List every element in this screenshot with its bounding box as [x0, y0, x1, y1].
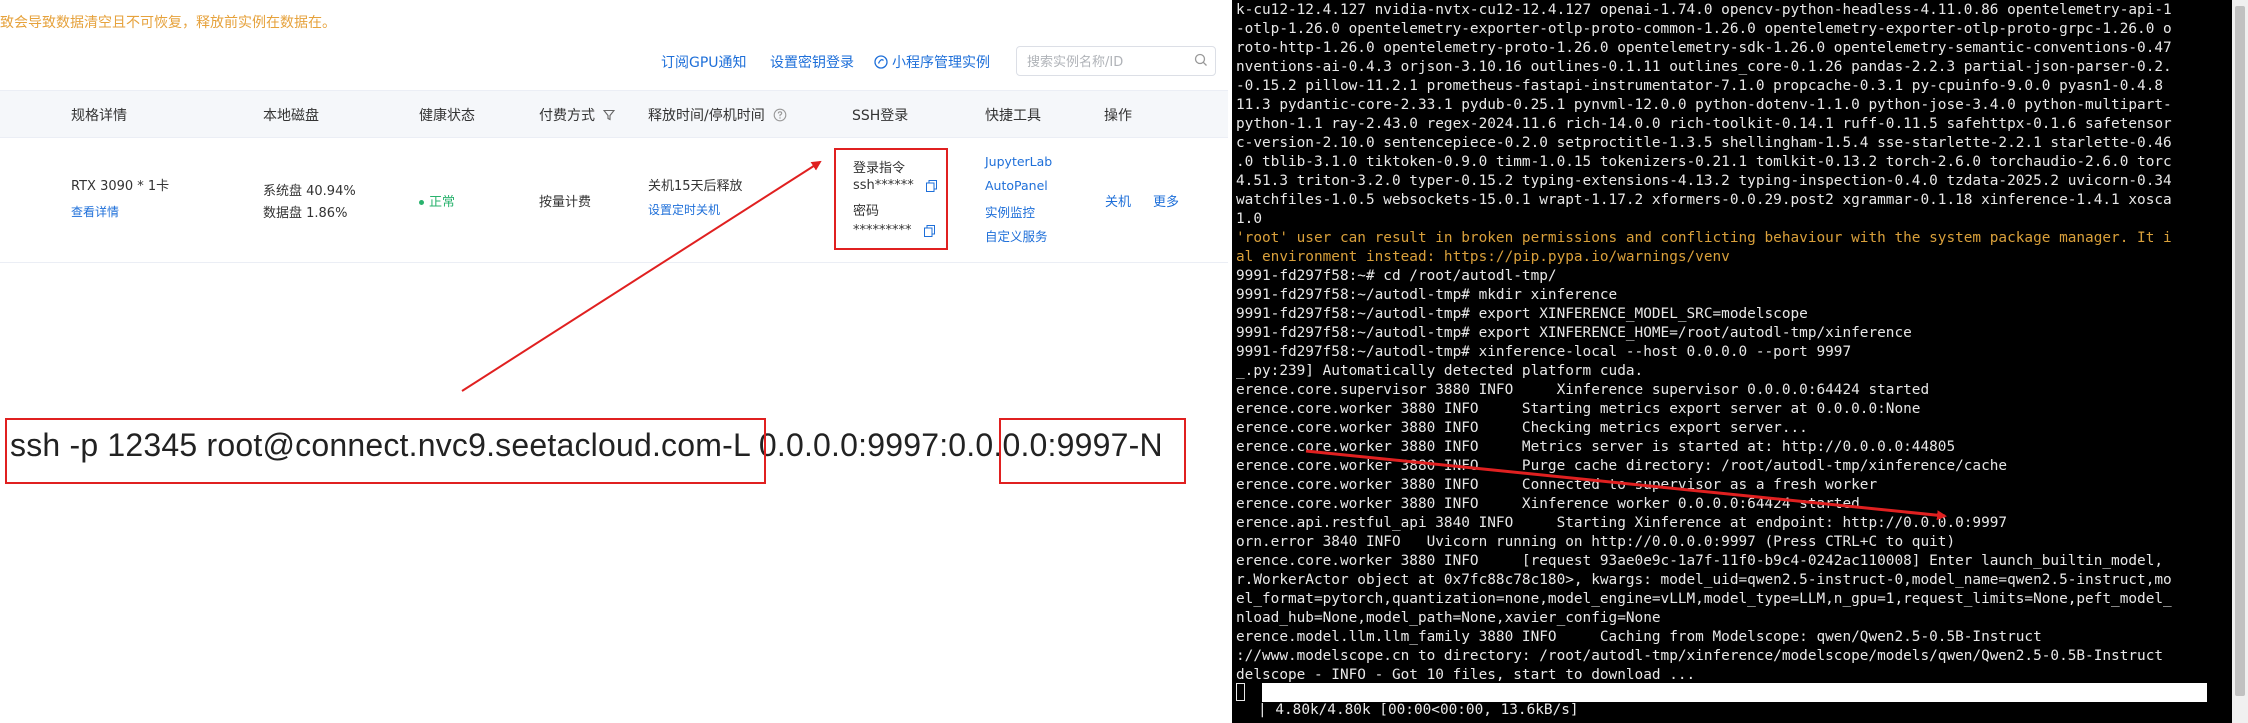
terminal-cursor [1236, 683, 1245, 701]
more-button[interactable]: 更多 [1153, 191, 1179, 210]
scrollbar-thumb[interactable] [2235, 6, 2245, 696]
terminal-line: -0.15.2 pillow-11.2.1 prometheus-fastapi… [1236, 78, 2164, 94]
terminal-line: 11.3 pydantic-core-2.33.1 pydub-0.25.1 p… [1236, 97, 2172, 113]
gpu-spec: RTX 3090 * 1卡 [71, 179, 170, 194]
status-dot [419, 200, 424, 205]
terminal-line: 9991-fd297f58:~/autodl-tmp# xinference-l… [1236, 344, 1852, 360]
header-spec: 规格详情 [71, 108, 127, 124]
header-release: 释放时间/停机时间 [648, 105, 787, 125]
terminal-line: erence.core.worker 3880 INFO Xinference … [1236, 496, 1860, 512]
terminal-line: al environment instead: https://pip.pypa… [1236, 249, 1730, 265]
port-highlight-box [999, 418, 1186, 484]
cmd-highlight-box [5, 418, 766, 484]
help-icon[interactable] [773, 108, 787, 122]
tool-autopanel[interactable]: AutoPanel [985, 178, 1048, 193]
terminal-line: 9991-fd297f58:~# cd /root/autodl-tmp/ [1236, 268, 1557, 284]
subscribe-gpu-link[interactable]: 订阅GPU通知 [661, 52, 747, 72]
ssh-highlight-box [834, 148, 948, 250]
terminal-scrollbar[interactable] [2232, 0, 2248, 723]
terminal-line: erence.model.llm.llm_family 3880 INFO Ca… [1236, 629, 2042, 645]
header-release-label: 释放时间/停机时间 [648, 108, 765, 124]
download-progress-text: | 4.80k/4.80k [00:00<00:00, 13.6kB/s] [1258, 702, 1579, 718]
terminal-line: orn.error 3840 INFO Uvicorn running on h… [1236, 534, 1956, 550]
header-health: 健康状态 [419, 108, 475, 124]
terminal-line: roto-http-1.26.0 opentelemetry-proto-1.2… [1236, 40, 2172, 56]
terminal-line: 9991-fd297f58:~/autodl-tmp# export XINFE… [1236, 306, 1808, 322]
data-disk-usage: 数据盘 1.86% [263, 206, 348, 221]
search-input[interactable] [1025, 51, 1189, 73]
terminal-line: 1.0 [1236, 211, 1262, 227]
terminal-line: erence.core.worker 3880 INFO Checking me… [1236, 420, 1808, 436]
instance-search[interactable] [1016, 46, 1216, 76]
terminal-line: el_format=pytorch,quantization=none,mode… [1236, 591, 2172, 607]
download-progress-bar [1262, 683, 2207, 702]
terminal-line: nventions-ai-0.4.3 orjson-3.10.16 outlin… [1236, 59, 2172, 75]
header-billing[interactable]: 付费方式 [539, 105, 616, 125]
terminal-line: erence.api.restful_api 3840 INFO Startin… [1236, 515, 2008, 531]
instance-console: 致会导致数据清空且不可恢复，释放前实例在数据在。 订阅GPU通知 设置密钥登录 … [0, 0, 1228, 723]
release-note: 关机15天后释放 [648, 179, 743, 194]
key-login-link[interactable]: 设置密钥登录 [770, 52, 854, 72]
terminal-line: 4.51.3 triton-3.2.0 typer-0.15.2 typing-… [1236, 173, 2172, 189]
header-billing-label: 付费方式 [539, 108, 595, 124]
filter-icon[interactable] [603, 109, 616, 121]
terminal-output: k-cu12-12.4.127 nvidia-nvtx-cu12-12.4.12… [1236, 1, 2172, 685]
terminal-line: erence.core.worker 3880 INFO Starting me… [1236, 401, 1921, 417]
release-warning: 致会导致数据清空且不可恢复，释放前实例在数据在。 [0, 15, 336, 31]
terminal-line: ://www.modelscope.cn to directory: /root… [1236, 648, 2164, 664]
terminal-line: watchfiles-1.0.5 websockets-15.0.1 wrapt… [1236, 192, 2172, 208]
header-ssh: SSH登录 [852, 108, 909, 124]
terminal-line: k-cu12-12.4.127 nvidia-nvtx-cu12-12.4.12… [1236, 2, 2172, 18]
terminal-line: _.py:239] Automatically detected platfor… [1236, 363, 1644, 379]
system-disk-usage: 系统盘 40.94% [263, 184, 356, 199]
terminal-line: c-version-2.10.0 sentencepiece-0.2.0 set… [1236, 135, 2172, 151]
terminal-line: erence.core.supervisor 3880 INFO Xinfere… [1236, 382, 1930, 398]
health-status-label: 正常 [429, 195, 456, 210]
terminal-line: erence.core.worker 3880 INFO Purge cache… [1236, 458, 2008, 474]
terminal-line: r.WorkerActor object at 0x7fc88c78c180>,… [1236, 572, 2172, 588]
terminal-line: .0 tblib-3.1.0 tiktoken-0.9.0 timm-1.0.1… [1236, 154, 2172, 170]
miniprogram-icon [874, 55, 888, 69]
search-icon[interactable] [1193, 52, 1209, 68]
terminal-line: 9991-fd297f58:~/autodl-tmp# mkdir xinfer… [1236, 287, 1618, 303]
health-status: 正常 [419, 191, 455, 210]
terminal-line: nload_hub=None,model_path=None,xavier_co… [1236, 610, 1661, 626]
instance-row: RTX 3090 * 1卡 查看详情 系统盘 40.94% 数据盘 1.86% … [0, 137, 1228, 263]
terminal-line: erence.core.worker 3880 INFO Connected t… [1236, 477, 1878, 493]
billing-type: 按量计费 [539, 195, 592, 210]
set-shutdown-link[interactable]: 设置定时关机 [648, 201, 720, 218]
tool-monitor[interactable]: 实例监控 [985, 202, 1035, 221]
table-header: 规格详情 本地磁盘 健康状态 付费方式 释放时间/停机时间 SSH登录 快捷工具… [0, 90, 1228, 138]
tool-custom-service[interactable]: 自定义服务 [985, 226, 1048, 245]
terminal-line: -otlp-1.26.0 opentelemetry-exporter-otlp… [1236, 21, 2172, 37]
terminal-window[interactable]: k-cu12-12.4.127 nvidia-nvtx-cu12-12.4.12… [1232, 0, 2232, 723]
header-actions: 操作 [1104, 108, 1132, 124]
terminal-line: python-1.1 ray-2.43.0 regex-2024.11.6 ri… [1236, 116, 2172, 132]
terminal-line: 'root' user can result in broken permiss… [1236, 230, 2172, 246]
header-disk: 本地磁盘 [263, 108, 319, 124]
miniprogram-label: 小程序管理实例 [892, 55, 990, 71]
view-details-link[interactable]: 查看详情 [71, 203, 119, 220]
terminal-line: 9991-fd297f58:~/autodl-tmp# export XINFE… [1236, 325, 1912, 341]
shutdown-button[interactable]: 关机 [1105, 191, 1131, 210]
miniprogram-link[interactable]: 小程序管理实例 [874, 52, 990, 72]
header-tools: 快捷工具 [985, 108, 1041, 124]
tool-jupyterlab[interactable]: JupyterLab [985, 154, 1052, 169]
terminal-line: erence.core.worker 3880 INFO Metrics ser… [1236, 439, 1956, 455]
terminal-line: erence.core.worker 3880 INFO [request 93… [1236, 553, 2164, 569]
